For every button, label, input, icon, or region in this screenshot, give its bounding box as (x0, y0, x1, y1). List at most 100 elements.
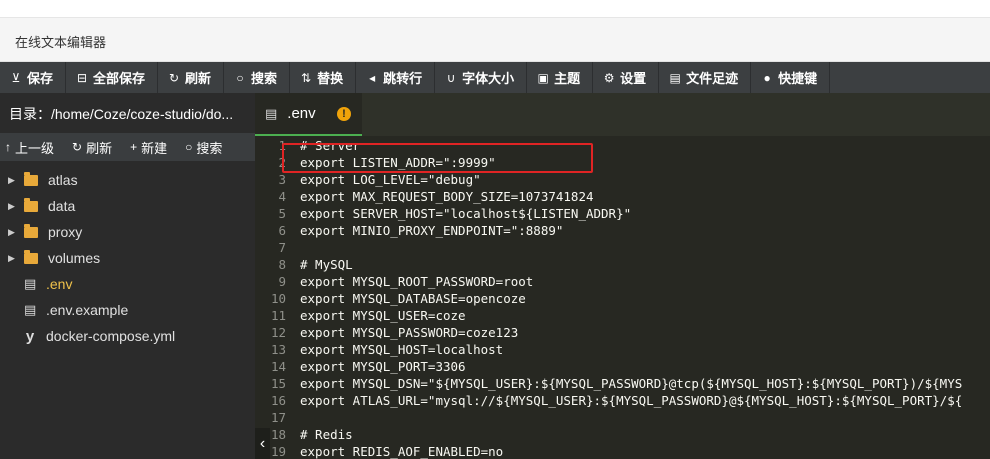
up-arrow-icon: ↑ (5, 140, 11, 154)
collapse-sidebar-button[interactable]: ‹ (255, 428, 270, 459)
settings-button[interactable]: ⚙ 设置 (593, 62, 660, 93)
tree-item-label: atlas (48, 172, 78, 188)
code-line[interactable]: 2 export LISTEN_ADDR=":9999" (255, 154, 990, 171)
line-number: 10 (270, 291, 286, 306)
theme-button[interactable]: ▣ 主题 (527, 62, 594, 93)
line-number: 3 (278, 172, 286, 187)
line-number: 1 (278, 138, 286, 153)
font-size-button[interactable]: ∪ 字体大小 (435, 62, 528, 93)
file-history-button[interactable]: ▤ 文件足迹 (659, 62, 752, 93)
code-editor: ▤ .env ! 1 # Server 2 export LISTEN_ADDR=":… (255, 93, 990, 459)
save-all-icon: ⊟ (76, 70, 88, 85)
folder-icon (24, 197, 38, 212)
refresh-label: 刷新 (185, 71, 212, 86)
code-line[interactable]: 1 # Server (255, 137, 990, 154)
code-line[interactable]: 19 export REDIS_AOF_ENABLED=no (255, 443, 990, 459)
tree-folder-proxy[interactable]: ▶ proxy (0, 219, 255, 245)
tree-item-label: .env.example (46, 302, 129, 318)
line-number: 11 (270, 308, 286, 323)
plus-icon: + (130, 140, 138, 154)
file-history-label: 文件足迹 (686, 71, 739, 86)
code-line[interactable]: 5 export SERVER_HOST="localhost${LISTEN_A… (255, 205, 990, 222)
code-line[interactable]: 3 export LOG_LEVEL="debug" (255, 171, 990, 188)
line-number: 12 (270, 325, 286, 340)
tree-item-label: proxy (48, 224, 83, 240)
tree-item-label: volumes (48, 250, 101, 266)
file-sidebar: 目录：/home/Coze/coze-studio/do... ↑ 上一级 ↻ 刷新… (0, 93, 255, 459)
line-number: 14 (270, 359, 286, 374)
code-line[interactable]: 10 export MYSQL_DATABASE=opencoze (255, 290, 990, 307)
search-icon: ○ (236, 70, 244, 85)
search-icon: ○ (185, 140, 193, 154)
save-all-button[interactable]: ⊟ 全部保存 (66, 62, 159, 93)
code-text: export SERVER_HOST="localhost${LISTEN_AD… (300, 206, 632, 221)
code-text: export MYSQL_ROOT_PASSWORD=root (300, 274, 534, 289)
code-line[interactable]: 6 export MINIO_PROXY_ENDPOINT=":8889" (255, 222, 990, 239)
font-size-icon: ∪ (446, 70, 456, 85)
line-number: 8 (278, 257, 286, 272)
new-file-button[interactable]: + 新建 (125, 138, 172, 157)
yaml-icon: y (25, 327, 35, 345)
code-text: export REDIS_AOF_ENABLED=no (300, 444, 504, 459)
code-line[interactable]: 18 # Redis (255, 426, 990, 443)
code-text: # Server (300, 138, 361, 153)
file-tree: ▶ atlas ▶ data ▶ proxy ▶ volumes ▤ .env ▤ .env… (0, 167, 255, 349)
folder-icon (24, 223, 38, 238)
code-text: export MYSQL_DATABASE=opencoze (300, 291, 526, 306)
chevron-right-icon[interactable]: ▶ (8, 227, 20, 238)
file-icon: ▤ (265, 105, 278, 121)
code-line[interactable]: 16 export ATLAS_URL="mysql://${MYSQL_USER… (255, 392, 990, 409)
browser-top-strip (0, 0, 990, 18)
tab-env[interactable]: ▤ .env ! (255, 93, 362, 136)
code-line[interactable]: 17 (255, 409, 990, 426)
sidebar-actions: ↑ 上一级 ↻ 刷新 + 新建 ○ 搜索 (0, 133, 255, 161)
refresh-button[interactable]: ↻ 刷新 (158, 62, 225, 93)
warning-icon: ! (337, 107, 351, 121)
save-button[interactable]: ⊻ 保存 (0, 62, 67, 93)
line-number: 7 (278, 240, 286, 255)
font-size-label: 字体大小 (462, 71, 515, 86)
code-line[interactable]: 13 export MYSQL_HOST=localhost (255, 341, 990, 358)
jump-line-button[interactable]: ◂ 跳转行 (356, 62, 436, 93)
line-number: 15 (270, 376, 286, 391)
parent-dir-button[interactable]: ↑ 上一级 (0, 138, 59, 157)
tree-file-env[interactable]: ▤ .env (0, 271, 255, 297)
refresh-icon: ↻ (169, 70, 180, 85)
save-label: 保存 (27, 71, 54, 86)
chevron-right-icon[interactable]: ▶ (8, 175, 20, 186)
code-line[interactable]: 8 # MySQL (255, 256, 990, 273)
line-number: 9 (278, 274, 286, 289)
code-text: # MySQL (300, 257, 353, 272)
code-line[interactable]: 15 export MYSQL_DSN="${MYSQL_USER}:${MYSQ… (255, 375, 990, 392)
code-text: export LOG_LEVEL="debug" (300, 172, 481, 187)
chevron-right-icon[interactable]: ▶ (8, 253, 20, 264)
sidebar-refresh-button[interactable]: ↻ 刷新 (67, 138, 117, 157)
sidebar-search-button[interactable]: ○ 搜索 (180, 138, 227, 157)
shortcuts-button[interactable]: ● 快捷键 (751, 62, 831, 93)
code-line[interactable]: 7 (255, 239, 990, 256)
code-line[interactable]: 12 export MYSQL_PASSWORD=coze123 (255, 324, 990, 341)
jump-line-icon: ◂ (369, 70, 376, 85)
tree-folder-atlas[interactable]: ▶ atlas (0, 167, 255, 193)
code-text: export MYSQL_DSN="${MYSQL_USER}:${MYSQL_… (300, 376, 963, 391)
tree-file-docker-compose[interactable]: y docker-compose.yml (0, 323, 255, 349)
tree-folder-volumes[interactable]: ▶ volumes (0, 245, 255, 271)
tree-file-env-example[interactable]: ▤ .env.example (0, 297, 255, 323)
code-line[interactable]: 11 export MYSQL_USER=coze (255, 307, 990, 324)
code-line[interactable]: 9 export MYSQL_ROOT_PASSWORD=root (255, 273, 990, 290)
tree-folder-data[interactable]: ▶ data (0, 193, 255, 219)
help-icon: ● (763, 70, 771, 85)
code-text: export LISTEN_ADDR=":9999" (300, 155, 496, 170)
code-area[interactable]: 1 # Server 2 export LISTEN_ADDR=":9999" 3 exp… (255, 136, 990, 459)
code-text: export MAX_REQUEST_BODY_SIZE=1073741824 (300, 189, 594, 204)
theme-label: 主题 (554, 71, 581, 86)
code-text: export MYSQL_HOST=localhost (300, 342, 504, 357)
replace-button[interactable]: ⇅ 替换 (290, 62, 357, 93)
chevron-right-icon[interactable]: ▶ (8, 201, 20, 212)
code-line[interactable]: 14 export MYSQL_PORT=3306 (255, 358, 990, 375)
editor-tabs: ▤ .env ! (255, 93, 990, 136)
code-line[interactable]: 4 export MAX_REQUEST_BODY_SIZE=1073741824 (255, 188, 990, 205)
replace-label: 替换 (317, 71, 344, 86)
shortcuts-label: 快捷键 (778, 71, 818, 86)
search-button[interactable]: ○ 搜索 (224, 62, 291, 93)
